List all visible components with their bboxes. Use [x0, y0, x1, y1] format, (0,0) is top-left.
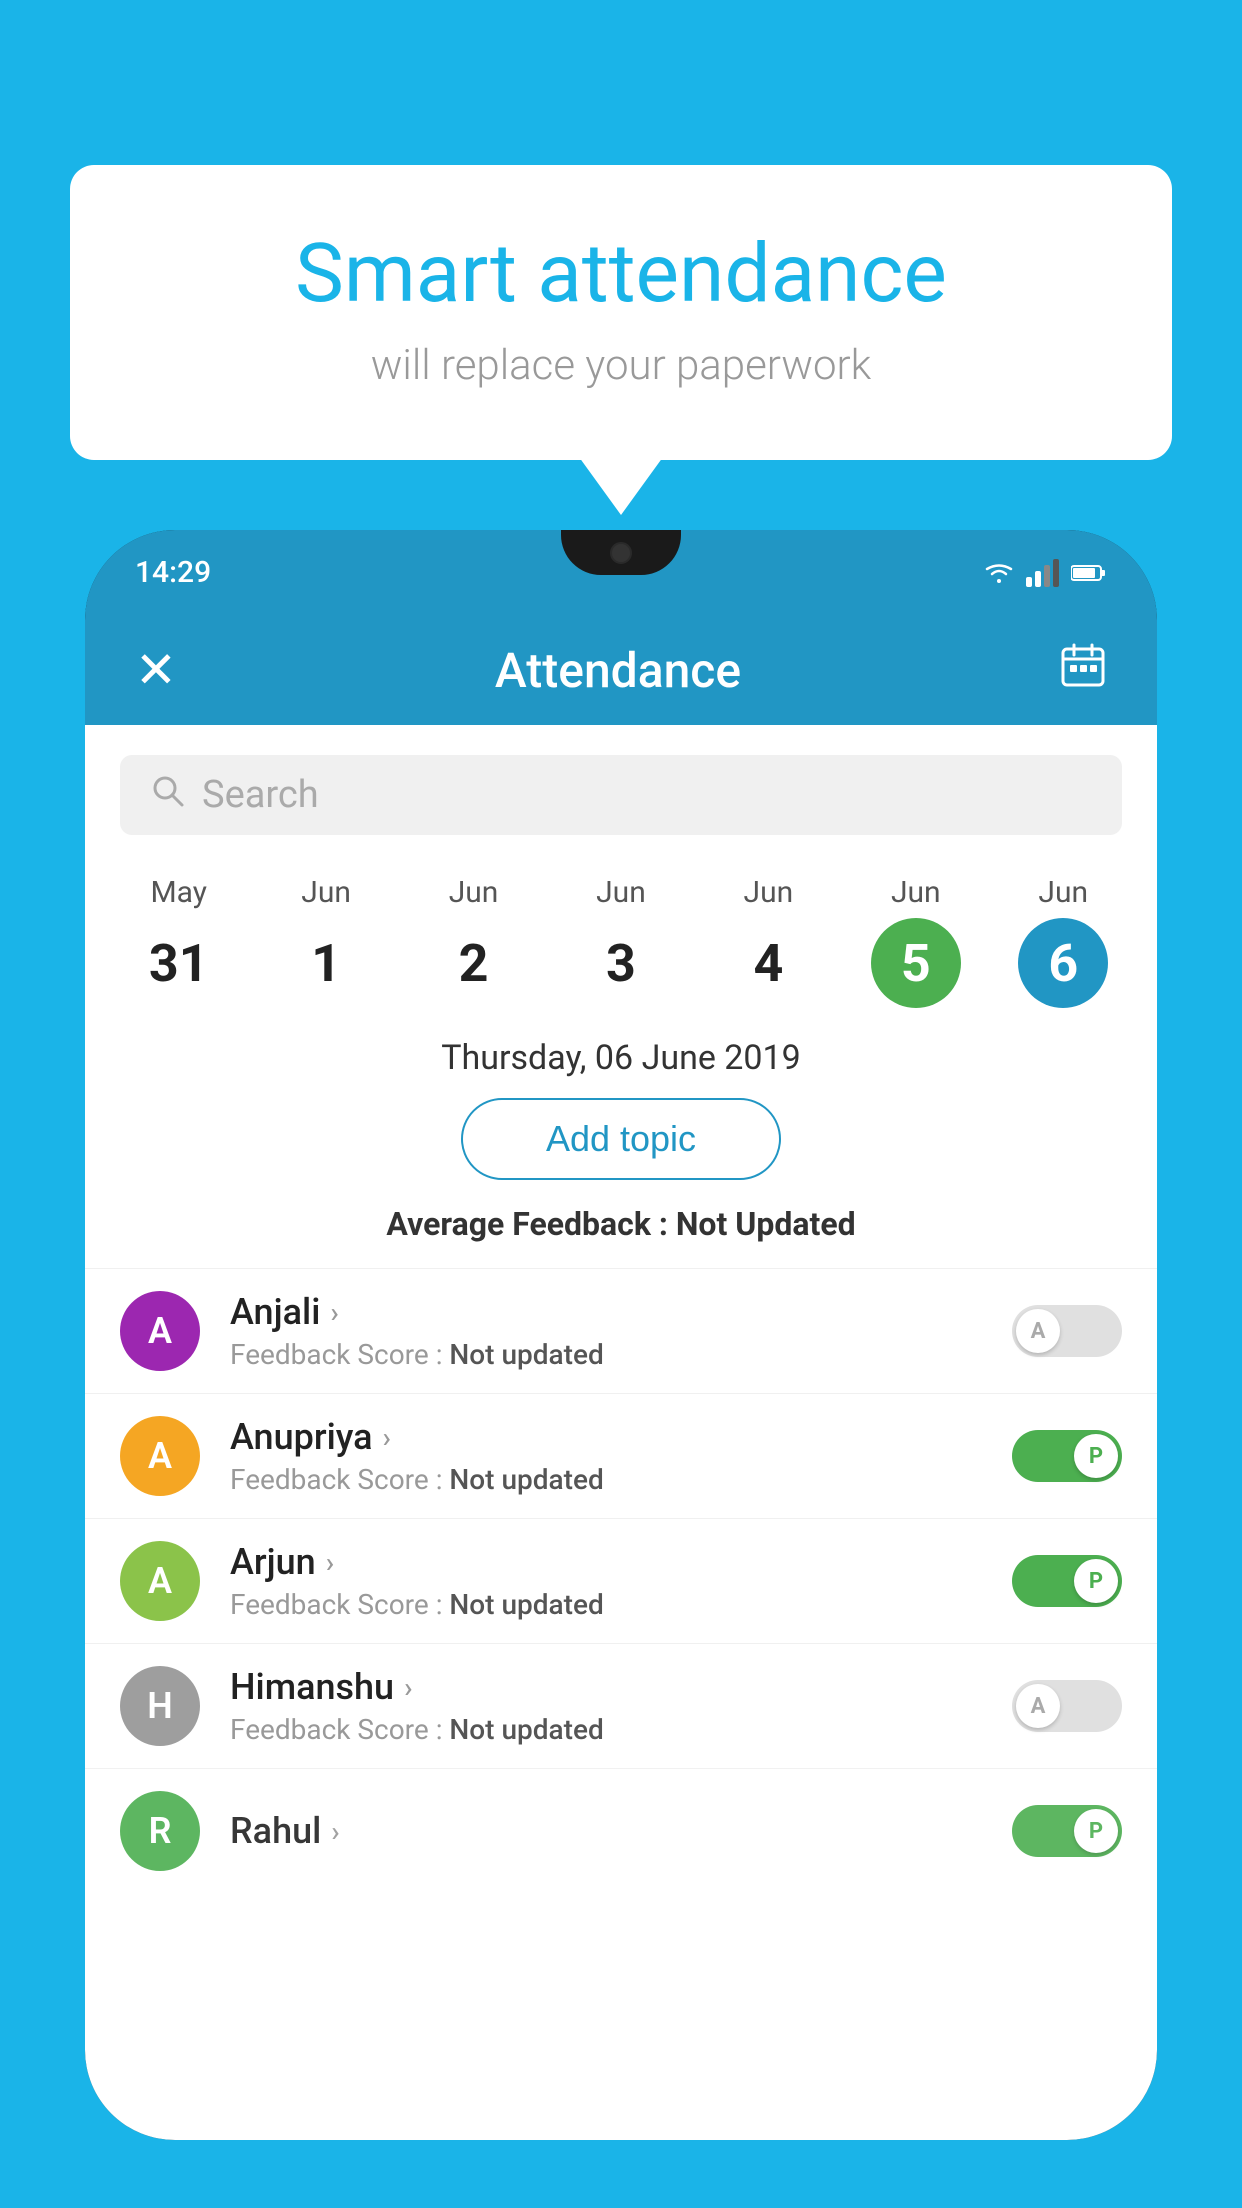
chevron-icon: ›	[326, 1546, 334, 1579]
student-name-anupriya: Anupriya ›	[230, 1416, 982, 1458]
student-item-anupriya[interactable]: A Anupriya › Feedback Score : Not update…	[85, 1393, 1157, 1518]
date-col-jun5[interactable]: Jun 5	[871, 875, 961, 1008]
student-info-arjun: Arjun › Feedback Score : Not updated	[230, 1541, 982, 1621]
attendance-toggle-anjali[interactable]: A	[1012, 1305, 1122, 1357]
selected-date-info: Thursday, 06 June 2019	[85, 1038, 1157, 1078]
search-icon	[150, 773, 186, 818]
notch	[561, 530, 681, 575]
student-name-rahul: Rahul ›	[230, 1810, 982, 1852]
phone-frame: 14:29	[85, 530, 1157, 2140]
student-info-rahul: Rahul ›	[230, 1810, 982, 1852]
camera-dot	[610, 542, 632, 564]
date-col-jun2[interactable]: Jun 2	[429, 875, 519, 1008]
student-info-anupriya: Anupriya › Feedback Score : Not updated	[230, 1416, 982, 1496]
toggle-circle: A	[1016, 1309, 1060, 1353]
avatar-rahul: R	[120, 1791, 200, 1871]
student-feedback-arjun: Feedback Score : Not updated	[230, 1588, 982, 1621]
wifi-icon	[984, 561, 1014, 585]
student-item-arjun[interactable]: A Arjun › Feedback Score : Not updated P	[85, 1518, 1157, 1643]
date-col-jun4[interactable]: Jun 4	[723, 875, 813, 1008]
avatar-himanshu: H	[120, 1666, 200, 1746]
student-name-arjun: Arjun ›	[230, 1541, 982, 1583]
date-col-jun6[interactable]: Jun 6	[1018, 875, 1108, 1008]
student-item-rahul[interactable]: R Rahul › P	[85, 1768, 1157, 1893]
date-strip: May 31 Jun 1 Jun 2 Jun 3 Jun 4	[85, 855, 1157, 1008]
avatar-anjali: A	[120, 1291, 200, 1371]
speech-bubble: Smart attendance will replace your paper…	[70, 165, 1172, 460]
status-icons	[984, 559, 1107, 587]
date-col-jun3[interactable]: Jun 3	[576, 875, 666, 1008]
avg-feedback: Average Feedback : Not Updated	[85, 1205, 1157, 1243]
avg-feedback-value: Not Updated	[676, 1205, 856, 1243]
speech-bubble-container: Smart attendance will replace your paper…	[70, 165, 1172, 460]
search-input[interactable]: Search	[202, 773, 319, 817]
bubble-subtitle: will replace your paperwork	[150, 341, 1092, 390]
student-feedback-anjali: Feedback Score : Not updated	[230, 1338, 982, 1371]
student-feedback-himanshu: Feedback Score : Not updated	[230, 1713, 982, 1746]
student-info-anjali: Anjali › Feedback Score : Not updated	[230, 1291, 982, 1371]
date-col-may31[interactable]: May 31	[134, 875, 224, 1008]
student-list: A Anjali › Feedback Score : Not updated …	[85, 1268, 1157, 1893]
chevron-icon: ›	[383, 1421, 391, 1454]
search-bar[interactable]: Search	[120, 755, 1122, 835]
phone-container: 14:29	[85, 530, 1157, 2208]
close-button[interactable]: ✕	[135, 641, 177, 700]
student-feedback-anupriya: Feedback Score : Not updated	[230, 1463, 982, 1496]
attendance-toggle-himanshu[interactable]: A	[1012, 1680, 1122, 1732]
status-bar: 14:29	[85, 530, 1157, 615]
student-info-himanshu: Himanshu › Feedback Score : Not updated	[230, 1666, 982, 1746]
student-name-himanshu: Himanshu ›	[230, 1666, 982, 1708]
bubble-title: Smart attendance	[150, 225, 1092, 323]
date-col-jun1[interactable]: Jun 1	[281, 875, 371, 1008]
toggle-circle: A	[1016, 1684, 1060, 1728]
header-title: Attendance	[495, 642, 741, 699]
status-time: 14:29	[135, 555, 211, 590]
student-name-anjali: Anjali ›	[230, 1291, 982, 1333]
avatar-arjun: A	[120, 1541, 200, 1621]
toggle-circle: P	[1074, 1559, 1118, 1603]
signal-icon	[1026, 559, 1059, 587]
avg-feedback-label: Average Feedback :	[386, 1205, 668, 1243]
avatar-anupriya: A	[120, 1416, 200, 1496]
attendance-toggle-arjun[interactable]: P	[1012, 1555, 1122, 1607]
student-item-himanshu[interactable]: H Himanshu › Feedback Score : Not update…	[85, 1643, 1157, 1768]
attendance-toggle-anupriya[interactable]: P	[1012, 1430, 1122, 1482]
toggle-circle: P	[1074, 1809, 1118, 1853]
add-topic-button[interactable]: Add topic	[461, 1098, 781, 1180]
chevron-icon: ›	[330, 1296, 338, 1329]
app-header: ✕ Attendance	[85, 615, 1157, 725]
attendance-toggle-rahul[interactable]: P	[1012, 1805, 1122, 1857]
chevron-icon: ›	[404, 1671, 412, 1704]
app-content: Search May 31 Jun 1 Jun 2 Jun 3	[85, 725, 1157, 2140]
battery-icon	[1071, 563, 1107, 583]
toggle-circle: P	[1074, 1434, 1118, 1478]
student-item-anjali[interactable]: A Anjali › Feedback Score : Not updated …	[85, 1268, 1157, 1393]
chevron-icon: ›	[331, 1815, 339, 1848]
calendar-button[interactable]	[1059, 641, 1107, 700]
